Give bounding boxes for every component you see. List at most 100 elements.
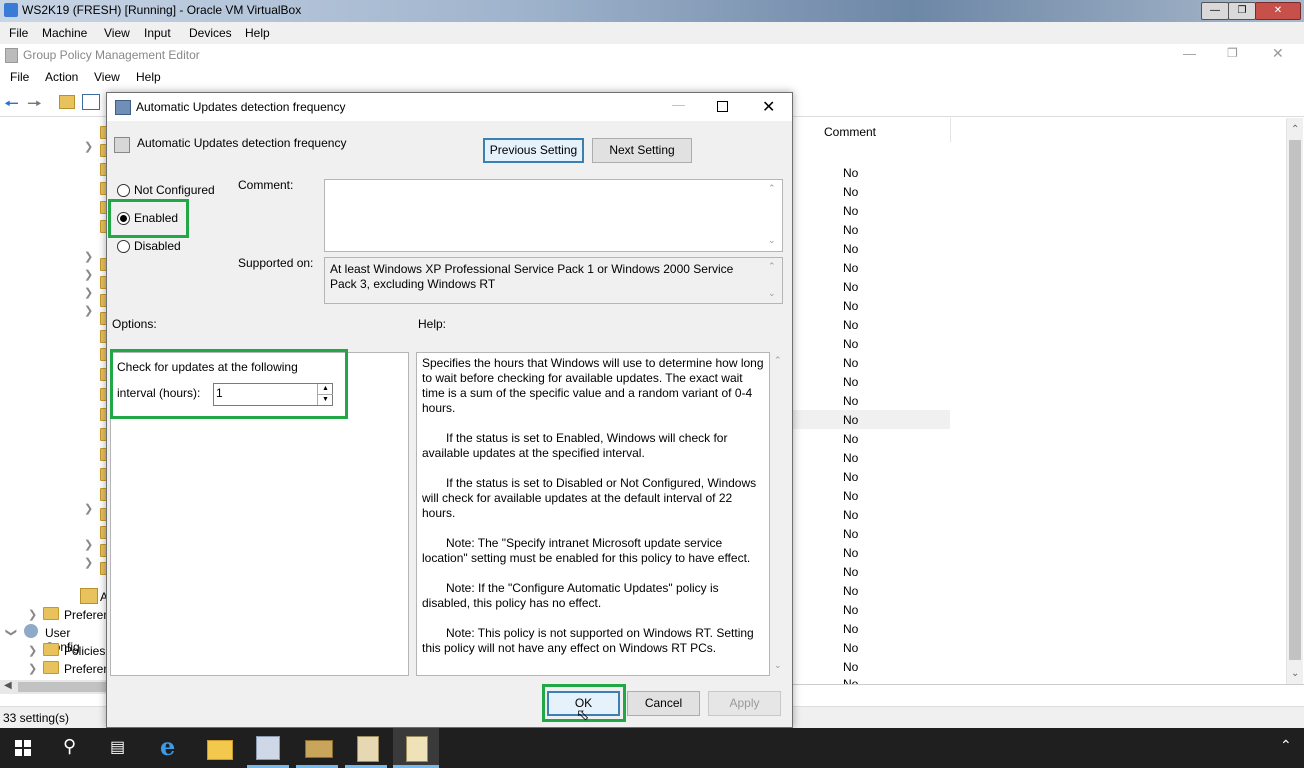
list-item[interactable]: No	[843, 223, 858, 237]
chevron-right-icon[interactable]: ❯	[84, 304, 93, 317]
vbox-menu-devices[interactable]: Devices	[189, 26, 232, 40]
disabled-radio[interactable]	[117, 240, 130, 253]
scrollbar-thumb[interactable]	[1289, 140, 1301, 660]
comment-column-header[interactable]: Comment	[824, 125, 876, 139]
scroll-down-icon[interactable]: ⌄	[768, 288, 776, 299]
list-item[interactable]: No	[843, 242, 858, 256]
list-item[interactable]: No	[843, 280, 858, 294]
list-item[interactable]: No	[843, 299, 858, 313]
list-item[interactable]: No	[843, 660, 858, 674]
vbox-menu-machine[interactable]: Machine	[42, 26, 87, 40]
back-arrow-icon[interactable]: 🠔	[4, 91, 19, 120]
scroll-up-icon[interactable]: ⌃	[768, 183, 776, 194]
gpme-restore-button[interactable]: ❐	[1227, 46, 1238, 60]
gpme-minimize-button[interactable]: —	[1183, 46, 1196, 61]
scroll-down-icon[interactable]: ⌄	[1291, 668, 1299, 679]
list-item[interactable]: No	[843, 546, 858, 560]
internet-explorer-icon[interactable]: e	[160, 732, 175, 761]
show-hide-tree-icon[interactable]	[82, 94, 100, 110]
list-item[interactable]: No	[843, 432, 858, 446]
list-item[interactable]: No	[843, 678, 858, 684]
list-item[interactable]: No	[843, 261, 858, 275]
list-vertical-scrollbar[interactable]: ⌃ ⌄	[1286, 118, 1303, 684]
windows-start-icon[interactable]	[15, 740, 31, 756]
chevron-right-icon[interactable]: ❯	[84, 250, 93, 263]
chevron-right-icon[interactable]: ❯	[84, 140, 93, 153]
chevron-right-icon[interactable]: ❯	[84, 502, 93, 515]
file-explorer-icon[interactable]	[207, 740, 233, 760]
search-icon[interactable]: ⚲	[63, 736, 76, 757]
dialog-maximize-button[interactable]	[717, 101, 728, 112]
task-view-icon[interactable]: ▤	[110, 737, 125, 757]
list-item[interactable]: No	[843, 565, 858, 579]
chevron-right-icon[interactable]: ❯	[28, 662, 37, 675]
server-manager-icon[interactable]	[256, 736, 280, 760]
list-item[interactable]: No	[843, 375, 858, 389]
list-item[interactable]: No	[843, 166, 858, 180]
scroll-left-icon[interactable]: ◀	[4, 680, 12, 691]
cancel-button[interactable]: Cancel	[627, 691, 700, 716]
forward-arrow-icon[interactable]: 🠖	[27, 91, 42, 120]
next-setting-button[interactable]: Next Setting	[592, 138, 692, 163]
list-item[interactable]: No	[843, 394, 858, 408]
active-taskbar-button[interactable]	[393, 728, 439, 768]
previous-setting-button[interactable]: Previous Setting	[483, 138, 584, 163]
chevron-up-icon[interactable]: ⌃	[1280, 737, 1292, 754]
list-item[interactable]: No	[843, 318, 858, 332]
vbox-menu-view[interactable]: View	[104, 26, 130, 40]
tree-item-policies[interactable]: Policies	[64, 644, 105, 658]
chevron-right-icon[interactable]: ❯	[84, 556, 93, 569]
scrollbar-thumb[interactable]	[18, 682, 106, 692]
list-item[interactable]: No	[843, 603, 858, 617]
gpme-menu-view[interactable]: View	[94, 70, 120, 84]
tree-item-preferences[interactable]: Preferen	[64, 608, 110, 622]
help-scrollbar[interactable]: ⌃ ⌄	[771, 352, 785, 674]
list-item[interactable]: No	[843, 337, 858, 351]
close-button[interactable]: ✕	[1255, 2, 1301, 20]
up-folder-icon[interactable]	[59, 95, 75, 109]
restore-button[interactable]: ❐	[1228, 2, 1256, 20]
list-item[interactable]: No	[843, 204, 858, 218]
chevron-right-icon[interactable]: ❯	[84, 286, 93, 299]
gpme-menu-file[interactable]: File	[10, 70, 29, 84]
list-item[interactable]: No	[843, 622, 858, 636]
gpme-icon[interactable]	[357, 736, 379, 762]
not-configured-label[interactable]: Not Configured	[134, 183, 215, 197]
chevron-down-icon[interactable]: ❯	[5, 628, 18, 637]
disabled-label[interactable]: Disabled	[134, 239, 181, 253]
scroll-down-icon[interactable]: ⌄	[768, 235, 776, 246]
list-item[interactable]: No	[843, 584, 858, 598]
vbox-menu-help[interactable]: Help	[245, 26, 270, 40]
chevron-right-icon[interactable]: ❯	[84, 538, 93, 551]
comment-textarea[interactable]: ⌃ ⌄	[324, 179, 783, 252]
gpme-menu-action[interactable]: Action	[45, 70, 78, 84]
list-item[interactable]: No	[843, 489, 858, 503]
tree-horizontal-scrollbar[interactable]: ◀	[0, 680, 108, 694]
not-configured-radio[interactable]	[117, 184, 130, 197]
list-item[interactable]: No	[843, 508, 858, 522]
scroll-up-icon[interactable]: ⌃	[768, 261, 776, 272]
chevron-right-icon[interactable]: ❯	[84, 268, 93, 281]
list-item[interactable]: No	[843, 527, 858, 541]
vbox-menu-input[interactable]: Input	[144, 26, 171, 40]
list-item[interactable]: No	[843, 356, 858, 370]
scroll-down-icon[interactable]: ⌄	[774, 660, 782, 671]
chevron-right-icon[interactable]: ❯	[28, 608, 37, 621]
dialog-minimize-button[interactable]: —	[672, 97, 685, 112]
list-item[interactable]: No	[843, 470, 858, 484]
gpmc-icon[interactable]	[305, 740, 333, 758]
vbox-menu-file[interactable]: File	[9, 26, 28, 40]
list-item[interactable]: No	[843, 413, 858, 427]
list-item[interactable]: No	[843, 185, 858, 199]
minimize-button[interactable]: —	[1201, 2, 1229, 20]
scroll-up-icon[interactable]: ⌃	[1291, 124, 1299, 135]
gpme-menu-help[interactable]: Help	[136, 70, 161, 84]
apply-button[interactable]: Apply	[708, 691, 781, 716]
gpme-close-button[interactable]: ✕	[1272, 45, 1284, 62]
scroll-up-icon[interactable]: ⌃	[774, 355, 782, 366]
list-item[interactable]: No	[843, 451, 858, 465]
dialog-close-button[interactable]: ✕	[762, 97, 775, 117]
list-item[interactable]: No	[843, 641, 858, 655]
tree-item-preferences-user[interactable]: Preferen	[64, 662, 110, 676]
chevron-right-icon[interactable]: ❯	[28, 644, 37, 657]
